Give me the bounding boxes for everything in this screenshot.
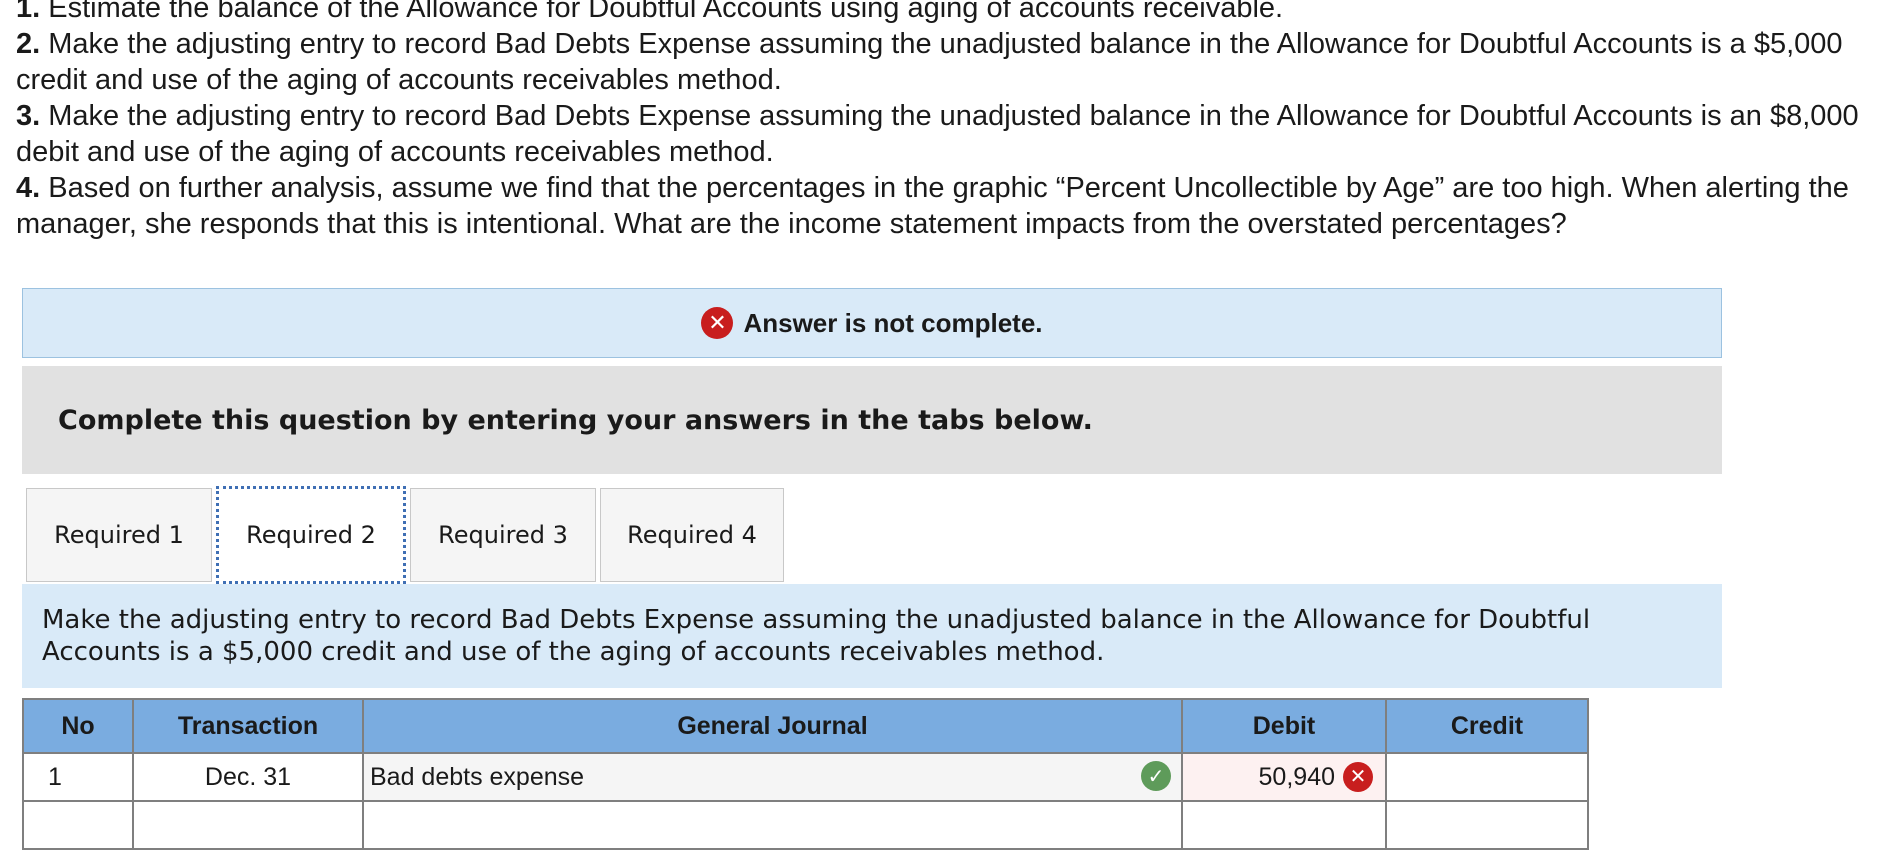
table-row <box>22 800 1589 850</box>
required-2-description: Make the adjusting entry to record Bad D… <box>22 584 1722 688</box>
debit-input[interactable]: 50,940 ✕ <box>1181 752 1387 802</box>
check-circle-icon: ✓ <box>1141 761 1171 791</box>
debit-input[interactable] <box>1181 800 1387 850</box>
question-4: 4. Based on further analysis, assume we … <box>16 172 1849 240</box>
credit-input[interactable] <box>1385 800 1589 850</box>
header-credit: Credit <box>1385 698 1589 754</box>
header-no: No <box>22 698 134 754</box>
debit-value: 50,940 <box>1258 762 1335 791</box>
account-name: Bad debts expense <box>370 762 585 791</box>
row-transaction: Dec. 31 <box>132 752 364 802</box>
x-circle-icon: ✕ <box>1343 762 1373 793</box>
header-transaction: Transaction <box>132 698 364 754</box>
question-1: 1. Estimate the balance of the Allowance… <box>16 0 1284 24</box>
row-transaction <box>132 800 364 850</box>
tab-required-4[interactable]: Required 4 <box>600 488 784 582</box>
table-row: 1 Dec. 31 Bad debts expense ✓ 50,940 ✕ <box>22 752 1589 802</box>
tab-required-2[interactable]: Required 2 <box>216 486 406 584</box>
row-no: 1 <box>22 752 134 802</box>
account-select[interactable] <box>362 800 1183 850</box>
tab-bar: Required 1 Required 2 Required 3 Require… <box>26 486 788 584</box>
tab-required-1[interactable]: Required 1 <box>26 488 212 582</box>
header-general-journal: General Journal <box>362 698 1183 754</box>
question-list: 1. Estimate the balance of the Allowance… <box>0 0 1894 242</box>
question-3: 3. Make the adjusting entry to record Ba… <box>16 100 1859 168</box>
general-journal-table: No Transaction General Journal Debit Cre… <box>22 698 1589 850</box>
credit-input[interactable] <box>1385 752 1589 802</box>
question-2: 2. Make the adjusting entry to record Ba… <box>16 28 1843 96</box>
answer-status-text: Answer is not complete. <box>743 307 1043 338</box>
tab-required-3[interactable]: Required 3 <box>410 488 596 582</box>
row-no <box>22 800 134 850</box>
x-circle-icon: ✕ <box>701 307 734 339</box>
instruction-text: Complete this question by entering your … <box>22 366 1722 474</box>
table-header-row: No Transaction General Journal Debit Cre… <box>22 698 1589 754</box>
account-select[interactable]: Bad debts expense ✓ <box>362 752 1183 802</box>
answer-status-banner: ✕ Answer is not complete. <box>22 288 1722 358</box>
header-debit: Debit <box>1181 698 1387 754</box>
